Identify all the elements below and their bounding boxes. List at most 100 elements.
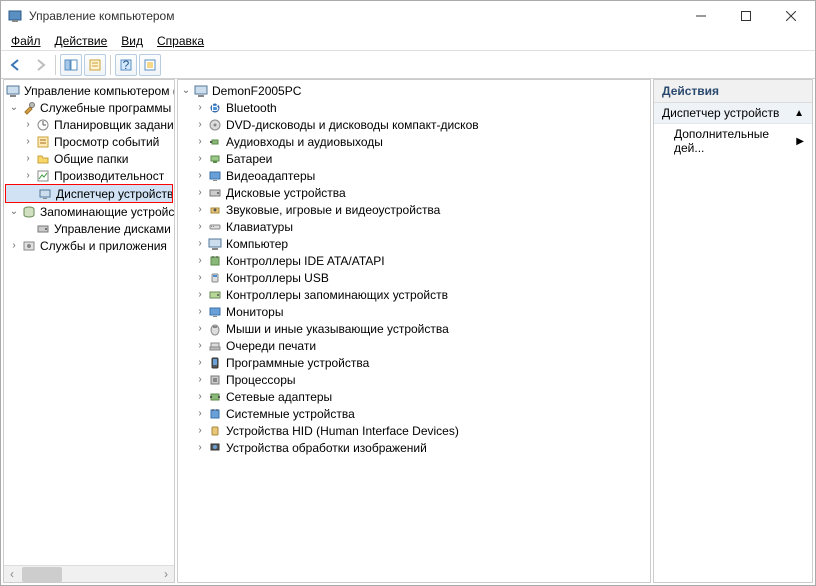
- chevron-right-icon[interactable]: ›: [194, 153, 206, 165]
- device-category-icon: [207, 270, 223, 286]
- tree-system-tools[interactable]: ⌄ Служебные программы: [4, 99, 174, 116]
- chevron-right-icon[interactable]: ›: [194, 425, 206, 437]
- chevron-right-icon[interactable]: ›: [22, 136, 34, 148]
- chevron-right-icon[interactable]: ›: [194, 119, 206, 131]
- chevron-right-icon[interactable]: ›: [8, 240, 20, 252]
- tree-event-viewer[interactable]: › Просмотр событий: [4, 133, 174, 150]
- chevron-down-icon[interactable]: ⌄: [180, 85, 192, 97]
- device-root[interactable]: ⌄ DemonF2005PC: [178, 82, 650, 99]
- tree-disk-management[interactable]: Управление дисками: [4, 220, 174, 237]
- device-category-icon: [207, 372, 223, 388]
- tree-services-apps[interactable]: › Службы и приложения: [4, 237, 174, 254]
- device-category[interactable]: ›Звуковые, игровые и видеоустройства: [178, 201, 650, 218]
- nav-forward-button[interactable]: [29, 54, 51, 76]
- scrollbar-thumb[interactable]: [22, 567, 62, 582]
- nav-back-button[interactable]: [5, 54, 27, 76]
- device-category[interactable]: ›Мониторы: [178, 303, 650, 320]
- tree-task-scheduler[interactable]: › Планировщик заданий: [4, 116, 174, 133]
- device-category[interactable]: ›Компьютер: [178, 235, 650, 252]
- menu-action[interactable]: Действие: [49, 32, 114, 50]
- device-category[interactable]: ›Контроллеры USB: [178, 269, 650, 286]
- device-category[interactable]: ›Контроллеры запоминающих устройств: [178, 286, 650, 303]
- device-category-icon: [207, 202, 223, 218]
- window-title: Управление компьютером: [29, 9, 678, 23]
- chevron-right-icon[interactable]: ›: [22, 153, 34, 165]
- chevron-right-icon[interactable]: ›: [194, 374, 206, 386]
- chevron-right-icon[interactable]: ›: [22, 170, 34, 182]
- device-category[interactable]: ›Видеоадаптеры: [178, 167, 650, 184]
- device-tree[interactable]: ⌄ DemonF2005PC ›BBluetooth›DVD-дисководы…: [178, 80, 650, 582]
- actions-pane: Действия Диспетчер устройств ▲ Дополните…: [653, 79, 813, 583]
- actions-subheader[interactable]: Диспетчер устройств ▲: [654, 103, 812, 124]
- device-category[interactable]: ›Мыши и иные указывающие устройства: [178, 320, 650, 337]
- close-button[interactable]: [768, 1, 813, 31]
- chevron-right-icon[interactable]: ›: [194, 357, 206, 369]
- computer-icon: [193, 83, 209, 99]
- toolbar-separator: [110, 55, 111, 75]
- device-category[interactable]: ›Устройства обработки изображений: [178, 439, 650, 456]
- menu-help[interactable]: Справка: [151, 32, 210, 50]
- actions-more[interactable]: Дополнительные дей... ▶: [654, 124, 812, 158]
- device-category-icon: [207, 219, 223, 235]
- chevron-down-icon[interactable]: ⌄: [8, 102, 20, 114]
- tree-storage[interactable]: ⌄ Запоминающие устройс: [4, 203, 174, 220]
- chevron-right-icon[interactable]: ›: [194, 204, 206, 216]
- chevron-right-icon[interactable]: ›: [194, 238, 206, 250]
- device-category[interactable]: ›BBluetooth: [178, 99, 650, 116]
- chevron-right-icon[interactable]: ›: [194, 255, 206, 267]
- chevron-right-icon[interactable]: ›: [194, 323, 206, 335]
- horizontal-scrollbar[interactable]: ‹ ›: [4, 565, 174, 582]
- chevron-right-icon[interactable]: ›: [194, 306, 206, 318]
- refresh-button[interactable]: [139, 54, 161, 76]
- tree-root-computer-management[interactable]: Управление компьютером (л: [4, 82, 174, 99]
- device-category[interactable]: ›Дисковые устройства: [178, 184, 650, 201]
- tree-performance[interactable]: › Производительност: [4, 167, 174, 184]
- clock-icon: [35, 117, 51, 133]
- device-category[interactable]: ›Аудиовходы и аудиовыходы: [178, 133, 650, 150]
- device-category[interactable]: ›Очереди печати: [178, 337, 650, 354]
- device-category-icon: [207, 236, 223, 252]
- device-category[interactable]: ›Клавиатуры: [178, 218, 650, 235]
- chevron-right-icon[interactable]: ›: [194, 102, 206, 114]
- chevron-right-icon[interactable]: ›: [194, 340, 206, 352]
- device-category[interactable]: ›Батареи: [178, 150, 650, 167]
- collapse-icon[interactable]: ▲: [794, 108, 804, 119]
- chevron-right-icon[interactable]: ›: [194, 391, 206, 403]
- device-category[interactable]: ›Системные устройства: [178, 405, 650, 422]
- show-hide-tree-button[interactable]: [60, 54, 82, 76]
- device-category[interactable]: ›Процессоры: [178, 371, 650, 388]
- chevron-right-icon[interactable]: ›: [194, 221, 206, 233]
- device-category-icon: [207, 355, 223, 371]
- chevron-down-icon[interactable]: ⌄: [8, 206, 20, 218]
- chevron-right-icon[interactable]: ›: [194, 187, 206, 199]
- help-button[interactable]: ?: [115, 54, 137, 76]
- chevron-right-icon[interactable]: ›: [194, 136, 206, 148]
- chevron-right-icon[interactable]: ›: [194, 272, 206, 284]
- console-tree[interactable]: Управление компьютером (л ⌄ Служебные пр…: [4, 80, 174, 565]
- chevron-right-icon[interactable]: ›: [194, 408, 206, 420]
- device-category[interactable]: ›Программные устройства: [178, 354, 650, 371]
- device-category[interactable]: ›Контроллеры IDE ATA/ATAPI: [178, 252, 650, 269]
- tools-icon: [21, 100, 37, 116]
- device-category-icon: [207, 134, 223, 150]
- menu-view[interactable]: Вид: [115, 32, 149, 50]
- menu-file[interactable]: Файл: [5, 32, 47, 50]
- chevron-right-icon[interactable]: ›: [194, 170, 206, 182]
- tree-shared-folders[interactable]: › Общие папки: [4, 150, 174, 167]
- device-category-icon: [207, 304, 223, 320]
- properties-button[interactable]: [84, 54, 106, 76]
- device-category-icon: [207, 406, 223, 422]
- device-category-icon: [207, 287, 223, 303]
- tree-device-manager[interactable]: Диспетчер устройств: [6, 185, 172, 202]
- performance-icon: [35, 168, 51, 184]
- minimize-button[interactable]: [678, 1, 723, 31]
- chevron-right-icon[interactable]: ›: [22, 119, 34, 131]
- toolbar: ?: [1, 51, 815, 79]
- device-category[interactable]: ›DVD-дисководы и дисководы компакт-диско…: [178, 116, 650, 133]
- device-category[interactable]: ›Сетевые адаптеры: [178, 388, 650, 405]
- chevron-right-icon[interactable]: ›: [194, 289, 206, 301]
- device-category[interactable]: ›Устройства HID (Human Interface Devices…: [178, 422, 650, 439]
- chevron-right-icon: ▶: [796, 136, 804, 147]
- chevron-right-icon[interactable]: ›: [194, 442, 206, 454]
- maximize-button[interactable]: [723, 1, 768, 31]
